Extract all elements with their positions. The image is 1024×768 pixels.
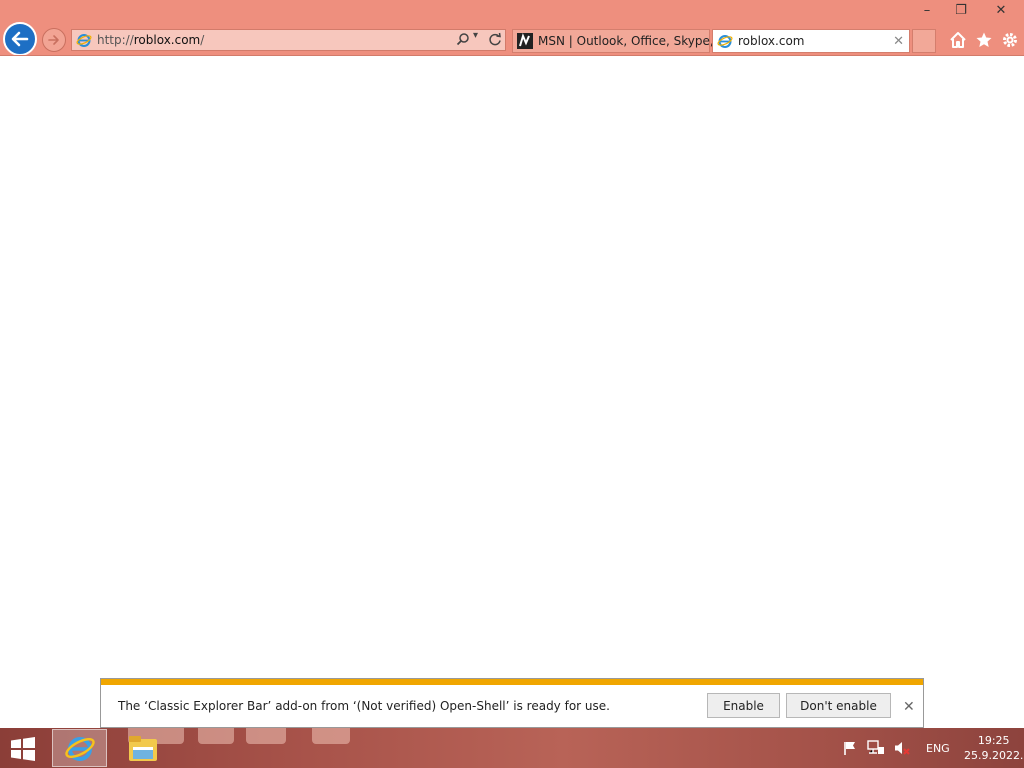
tab-msn[interactable]: MSN | Outlook, Office, Skype, ...: [512, 29, 729, 53]
start-button[interactable]: [8, 736, 38, 762]
tab-label: roblox.com: [738, 34, 805, 48]
url-text[interactable]: http://roblox.com/: [97, 33, 204, 47]
msn-icon: [517, 33, 533, 49]
wallpaper-shape: [246, 728, 286, 744]
ie-page-icon: [76, 32, 92, 51]
window-caption-buttons: – ❐ ✕: [910, 0, 1024, 20]
internet-explorer-icon: [64, 737, 95, 761]
clock-date: 25.9.2022.: [963, 749, 1024, 762]
minimize-button[interactable]: –: [910, 0, 944, 20]
wallpaper-shape: [312, 728, 350, 744]
toolbar: [948, 30, 1020, 50]
search-icon[interactable]: [456, 32, 470, 49]
url-prefix: http://: [97, 33, 134, 47]
taskbar: ENG 19:25 25.9.2022.: [0, 728, 1024, 768]
ie-tab-icon: [717, 33, 733, 49]
forward-arrow-icon: [48, 35, 59, 45]
notification-message: The ‘Classic Explorer Bar’ add-on from ‘…: [118, 699, 610, 713]
tab-roblox[interactable]: roblox.com ✕: [712, 29, 910, 53]
forward-button[interactable]: [42, 28, 66, 52]
clock[interactable]: 19:25 25.9.2022.: [964, 733, 1024, 763]
url-suffix: /: [200, 33, 205, 47]
volume-muted-icon[interactable]: [892, 738, 912, 758]
system-tray: ENG 19:25 25.9.2022.: [840, 728, 1024, 768]
settings-gear-icon[interactable]: [1000, 30, 1020, 50]
taskbar-internet-explorer[interactable]: [52, 729, 107, 767]
browser-chrome: – ❐ ✕ http://roblox.com/ ▾ MSN | Outlook…: [0, 0, 1024, 56]
dont-enable-button[interactable]: Don't enable: [786, 693, 891, 718]
home-icon[interactable]: [948, 30, 968, 50]
clock-time: 19:25: [977, 734, 1010, 747]
address-dropdown-icon[interactable]: ▾: [473, 30, 478, 41]
windows-logo-icon: [11, 737, 35, 761]
file-explorer-icon: [128, 736, 157, 761]
close-window-button[interactable]: ✕: [978, 0, 1024, 20]
tab-label: MSN | Outlook, Office, Skype, ...: [538, 34, 729, 48]
taskbar-file-explorer[interactable]: [115, 729, 170, 767]
back-arrow-icon: [11, 31, 29, 47]
close-notification-icon[interactable]: ✕: [903, 699, 915, 715]
refresh-icon[interactable]: [488, 32, 502, 49]
language-indicator[interactable]: ENG: [926, 742, 950, 755]
network-icon[interactable]: [866, 738, 886, 758]
enable-button[interactable]: Enable: [707, 693, 780, 718]
new-tab-button[interactable]: [912, 29, 936, 53]
back-button[interactable]: [3, 22, 37, 56]
wallpaper-shape: [198, 728, 234, 744]
restore-button[interactable]: ❐: [944, 0, 978, 20]
notification-accent-strip: [101, 679, 923, 685]
url-domain: roblox.com: [133, 33, 201, 47]
page-viewport[interactable]: [0, 56, 1024, 728]
close-tab-icon[interactable]: ✕: [893, 34, 904, 49]
addon-notification-bar: The ‘Classic Explorer Bar’ add-on from ‘…: [100, 678, 924, 728]
action-center-flag-icon[interactable]: [840, 738, 860, 758]
address-bar[interactable]: http://roblox.com/ ▾: [71, 29, 506, 51]
favorites-star-icon[interactable]: [974, 30, 994, 50]
